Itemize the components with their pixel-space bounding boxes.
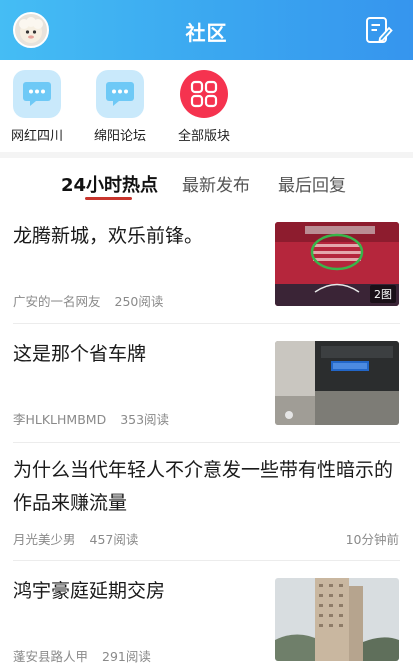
- post-divider: [13, 323, 400, 324]
- active-tab-indicator: [85, 197, 132, 200]
- post-thumbnail[interactable]: 2图: [275, 222, 399, 306]
- post-item[interactable]: 为什么当代年轻人不介意发一些带有性暗示的作品来赚流量 月光美少男 457阅读 10…: [0, 454, 413, 554]
- page-title: 社区: [185, 21, 228, 45]
- post-meta: 月光美少男 457阅读: [13, 529, 138, 548]
- post-reads: 353阅读: [120, 412, 170, 427]
- post-meta: 蓬安县路人甲 291阅读: [13, 646, 151, 665]
- post-author[interactable]: 李HLKLHMBMD: [13, 412, 106, 427]
- post-title: 鸿宇豪庭延期交房: [13, 580, 166, 602]
- grid-icon: [180, 70, 228, 118]
- image-count-badge: 2图: [370, 285, 396, 303]
- shortcut-mianyang-forum[interactable]: 绵阳论坛: [83, 70, 157, 144]
- shortcut-label: 网红四川: [10, 129, 63, 144]
- post-meta: 李HLKLHMBMD 353阅读: [13, 409, 169, 428]
- post-title: 龙腾新城，欢乐前锋。: [13, 225, 204, 247]
- forum-shortcuts: 网红四川 绵阳论坛 全部版块: [0, 60, 413, 154]
- post-reads: 250阅读: [114, 294, 164, 309]
- tab-last-reply[interactable]: 最后回复: [278, 171, 346, 196]
- section-divider: [0, 152, 413, 158]
- post-time: 10分钟前: [345, 532, 399, 547]
- shortcut-wanghong-sichuan[interactable]: 网红四川: [0, 70, 74, 144]
- shortcut-all-boards[interactable]: 全部版块: [167, 70, 241, 144]
- compose-button[interactable]: [363, 15, 393, 45]
- post-author[interactable]: 月光美少男: [13, 532, 76, 547]
- chat-bubble-icon: [96, 70, 144, 118]
- compose-icon: [366, 17, 393, 43]
- post-divider: [13, 560, 400, 561]
- car-plate-photo: [275, 341, 399, 425]
- building-photo: [275, 578, 399, 661]
- post-reads: 457阅读: [89, 532, 139, 547]
- post-item[interactable]: 鸿宇豪庭延期交房 蓬安县路人甲 291阅读: [0, 576, 413, 664]
- feed-tabs: 24小时热点 最新发布 最后回复: [0, 162, 413, 206]
- post-author[interactable]: 蓬安县路人甲: [13, 649, 88, 664]
- post-divider: [13, 442, 400, 443]
- post-title: 这是那个省车牌: [13, 343, 147, 365]
- post-item[interactable]: 这是那个省车牌 李HLKLHMBMD 353阅读: [0, 339, 413, 439]
- top-bar: 社区: [0, 0, 413, 60]
- post-item[interactable]: 龙腾新城，欢乐前锋。 广安的一名网友 250阅读 2图: [0, 221, 413, 321]
- post-reads: 291阅读: [102, 649, 151, 664]
- post-author[interactable]: 广安的一名网友: [13, 294, 101, 309]
- post-title: 为什么当代年轻人不介意发一些带有性暗示的作品来赚流量: [13, 459, 394, 514]
- tab-latest[interactable]: 最新发布: [182, 171, 250, 196]
- chat-bubble-icon: [13, 70, 61, 118]
- shortcut-label: 全部版块: [177, 129, 230, 144]
- post-thumbnail[interactable]: [275, 341, 399, 425]
- shortcut-label: 绵阳论坛: [93, 129, 146, 144]
- tab-24h-hot[interactable]: 24小时热点: [61, 171, 158, 197]
- post-meta: 广安的一名网友 250阅读: [13, 291, 163, 310]
- post-thumbnail[interactable]: [275, 578, 399, 661]
